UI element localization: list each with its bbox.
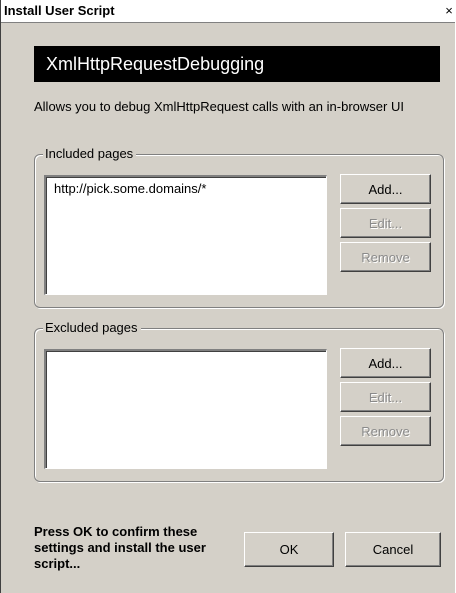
excluded-pages-list[interactable] xyxy=(44,349,327,469)
excluded-add-button[interactable]: Add... xyxy=(340,348,431,378)
title-bar[interactable]: Install User Script × xyxy=(1,0,455,23)
excluded-pages-group: Excluded pages Add... Edit... Remove xyxy=(34,320,444,482)
confirm-instructions: Press OK to confirm these settings and i… xyxy=(34,524,206,571)
included-add-button[interactable]: Add... xyxy=(340,174,431,204)
cancel-button[interactable]: Cancel xyxy=(345,532,441,567)
excluded-pages-label: Excluded pages xyxy=(43,320,141,336)
script-description: Allows you to debug XmlHttpRequest calls… xyxy=(34,99,404,114)
excluded-edit-button[interactable]: Edit... xyxy=(340,382,431,412)
included-pages-group: Included pages http://pick.some.domains/… xyxy=(34,146,444,308)
window-title: Install User Script xyxy=(4,3,115,18)
close-icon[interactable]: × xyxy=(443,3,455,19)
included-edit-button[interactable]: Edit... xyxy=(340,208,431,238)
included-pages-list[interactable]: http://pick.some.domains/* xyxy=(44,175,327,295)
script-name-banner: XmlHttpRequestDebugging xyxy=(34,46,440,82)
ok-button[interactable]: OK xyxy=(244,532,334,567)
included-pages-label: Included pages xyxy=(43,146,137,162)
excluded-remove-button[interactable]: Remove xyxy=(340,416,431,446)
included-remove-button[interactable]: Remove xyxy=(340,242,431,272)
install-user-script-dialog: Install User Script × XmlHttpRequestDebu… xyxy=(0,0,455,593)
list-item[interactable]: http://pick.some.domains/* xyxy=(54,181,206,196)
